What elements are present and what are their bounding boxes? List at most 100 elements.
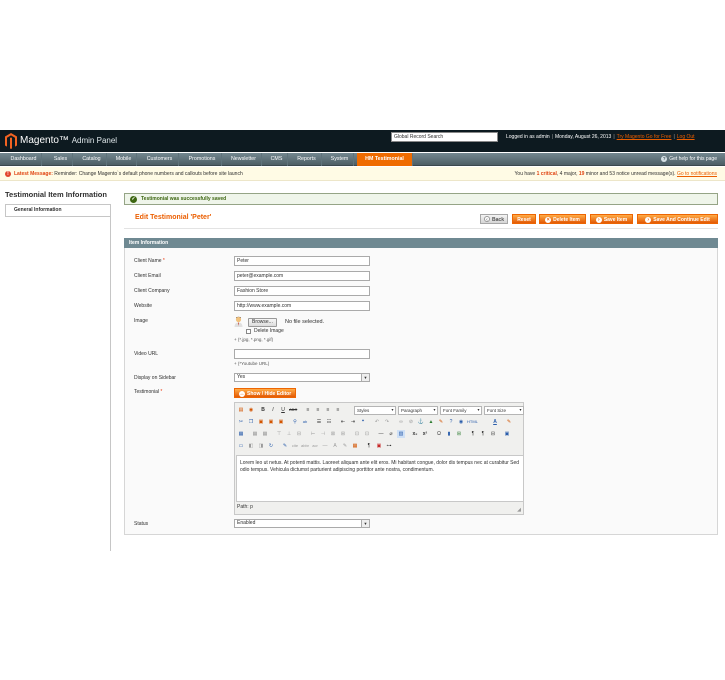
pagebreak-icon[interactable]: ⊟ bbox=[489, 430, 497, 438]
bullet-list-icon[interactable]: ☰ bbox=[315, 418, 323, 426]
paragraph-select[interactable]: Paragraph ▼ bbox=[398, 406, 438, 415]
remove-format-icon[interactable]: ⌀ bbox=[387, 430, 395, 438]
fullscreen-icon[interactable]: ⊞ bbox=[455, 430, 463, 438]
code-icon[interactable]: ◉ bbox=[457, 418, 465, 426]
delete-item-button[interactable]: × Delete Item bbox=[539, 214, 586, 224]
tab-general-information[interactable]: General Information bbox=[5, 204, 110, 217]
notifications-link[interactable]: Go to notifications bbox=[677, 171, 717, 177]
save-item-button[interactable]: › Save Item bbox=[590, 214, 633, 224]
nav-system[interactable]: System bbox=[326, 153, 354, 166]
table-delete-icon[interactable]: ⊡ bbox=[363, 430, 371, 438]
font-family-select[interactable]: Font Family ▼ bbox=[440, 406, 482, 415]
paste-text-icon[interactable]: ▣ bbox=[267, 418, 275, 426]
anchor-icon[interactable]: ⚓ bbox=[417, 418, 425, 426]
client-name-input[interactable] bbox=[234, 256, 370, 266]
insert-col-after-icon[interactable]: ⊣ bbox=[319, 430, 327, 438]
cut-icon[interactable]: ✂ bbox=[237, 418, 245, 426]
nav-customers[interactable]: Customers bbox=[141, 153, 179, 166]
table-icon[interactable]: ▦ bbox=[237, 430, 245, 438]
horizontal-rule-icon[interactable]: — bbox=[377, 430, 385, 438]
cite-icon[interactable]: cite bbox=[291, 442, 299, 450]
logout-link[interactable]: Log Out bbox=[677, 134, 695, 140]
reset-button[interactable]: Reset bbox=[512, 214, 536, 224]
font-size-select[interactable]: Font Size ▼ bbox=[484, 406, 524, 415]
nav-dashboard[interactable]: Dashboard bbox=[6, 153, 42, 166]
delete-row-icon[interactable]: ⊟ bbox=[295, 430, 303, 438]
delete-col-icon[interactable]: ⊠ bbox=[329, 430, 337, 438]
align-center-icon[interactable]: ≡ bbox=[314, 406, 322, 414]
video-url-input[interactable] bbox=[234, 349, 370, 359]
paste-word-icon[interactable]: ▣ bbox=[277, 418, 285, 426]
nonbreaking-icon[interactable]: ¶ bbox=[365, 442, 373, 450]
move-forward-icon[interactable]: ◧ bbox=[247, 442, 255, 450]
superscript-icon[interactable]: x² bbox=[421, 430, 429, 438]
nav-mobile[interactable]: Mobile bbox=[111, 153, 137, 166]
italic-icon[interactable]: I bbox=[269, 406, 277, 414]
numbered-list-icon[interactable]: ☷ bbox=[325, 418, 333, 426]
styleprops-icon[interactable]: ✎ bbox=[281, 442, 289, 450]
cell-props-icon[interactable]: ▦ bbox=[261, 430, 269, 438]
copy-icon[interactable]: ❐ bbox=[247, 418, 255, 426]
abbr-icon[interactable]: abbr bbox=[301, 442, 309, 450]
nav-sales[interactable]: Sales bbox=[49, 153, 73, 166]
special-char-icon[interactable]: Ω bbox=[435, 430, 443, 438]
media-icon[interactable]: ▮ bbox=[445, 430, 453, 438]
align-justify-icon[interactable]: ≡ bbox=[334, 406, 342, 414]
visualchars-icon[interactable]: ▦ bbox=[351, 442, 359, 450]
find-icon[interactable]: ⚲ bbox=[291, 418, 299, 426]
try-magento-link[interactable]: Try Magento Go for Free bbox=[617, 134, 672, 140]
link-icon[interactable]: ∞ bbox=[397, 418, 405, 426]
help-editor-icon[interactable]: ? bbox=[447, 418, 455, 426]
ltr-icon[interactable]: ¶ bbox=[469, 430, 477, 438]
template-icon[interactable]: ▣ bbox=[503, 430, 511, 438]
indent-icon[interactable]: ⇥ bbox=[349, 418, 357, 426]
nav-cms[interactable]: CMS bbox=[266, 153, 288, 166]
paste-icon[interactable]: ▣ bbox=[257, 418, 265, 426]
show-hide-editor-button[interactable]: ↔ Show / Hide Editor bbox=[234, 388, 297, 398]
global-search-input[interactable] bbox=[391, 132, 498, 142]
nav-newsletter[interactable]: Newsletter bbox=[226, 153, 262, 166]
replace-icon[interactable]: ab bbox=[301, 418, 309, 426]
preview-icon[interactable]: ◉ bbox=[247, 406, 255, 414]
insert-col-before-icon[interactable]: ⊢ bbox=[309, 430, 317, 438]
insert-template-icon[interactable]: ▣ bbox=[375, 442, 383, 450]
nav-reports[interactable]: Reports bbox=[292, 153, 322, 166]
delete-image-checkbox[interactable] bbox=[246, 329, 251, 334]
status-select[interactable]: Enabled ▼ bbox=[234, 519, 370, 528]
ins-icon[interactable]: A bbox=[331, 442, 339, 450]
client-email-input[interactable] bbox=[234, 271, 370, 281]
insert-layer-icon[interactable]: ▭ bbox=[237, 442, 245, 450]
split-cells-icon[interactable]: ⊞ bbox=[339, 430, 347, 438]
display-sidebar-select[interactable]: Yes ▼ bbox=[234, 373, 370, 382]
align-left-icon[interactable]: ≡ bbox=[304, 406, 312, 414]
resize-handle-icon[interactable]: ◢ bbox=[516, 507, 522, 513]
redo-icon[interactable]: ↷ bbox=[383, 418, 391, 426]
outdent-icon[interactable]: ⇤ bbox=[339, 418, 347, 426]
del-icon[interactable]: — bbox=[321, 442, 329, 450]
html-source-icon[interactable]: HTML bbox=[467, 418, 478, 426]
help-link[interactable]: ? Get help for this page bbox=[661, 153, 717, 166]
attribs-icon[interactable]: ✎ bbox=[341, 442, 349, 450]
nav-promotions[interactable]: Promotions bbox=[183, 153, 222, 166]
strikethrough-icon[interactable]: ABC bbox=[289, 406, 297, 414]
merge-cells-icon[interactable]: ⊡ bbox=[353, 430, 361, 438]
save-continue-button[interactable]: › Save And Continue Edit bbox=[637, 214, 718, 224]
bold-icon[interactable]: B bbox=[259, 406, 267, 414]
pagebreak-insert-icon[interactable]: ⊶ bbox=[385, 442, 393, 450]
rtl-icon[interactable]: ¶ bbox=[479, 430, 487, 438]
nav-catalog[interactable]: Catalog bbox=[77, 153, 107, 166]
underline-icon[interactable]: U bbox=[279, 406, 287, 414]
blockquote-icon[interactable]: ❝ bbox=[359, 418, 367, 426]
editor-content-area[interactable]: Lorem leo ut netus. At potenti mattis. L… bbox=[236, 455, 524, 502]
html-icon[interactable]: ▤ bbox=[237, 406, 245, 414]
image-icon[interactable]: ▲ bbox=[427, 418, 435, 426]
back-button[interactable]: ‹ Back bbox=[480, 214, 508, 224]
cleanup-icon[interactable]: ✎ bbox=[437, 418, 445, 426]
insert-row-after-icon[interactable]: ⊥ bbox=[285, 430, 293, 438]
undo-icon[interactable]: ↶ bbox=[373, 418, 381, 426]
styles-select[interactable]: Styles ▼ bbox=[354, 406, 396, 415]
row-props-icon[interactable]: ▦ bbox=[251, 430, 259, 438]
nav-hm-testimonial[interactable]: HM Testimonial bbox=[357, 153, 413, 166]
client-company-input[interactable] bbox=[234, 286, 370, 296]
text-color-icon[interactable]: A bbox=[491, 418, 499, 426]
